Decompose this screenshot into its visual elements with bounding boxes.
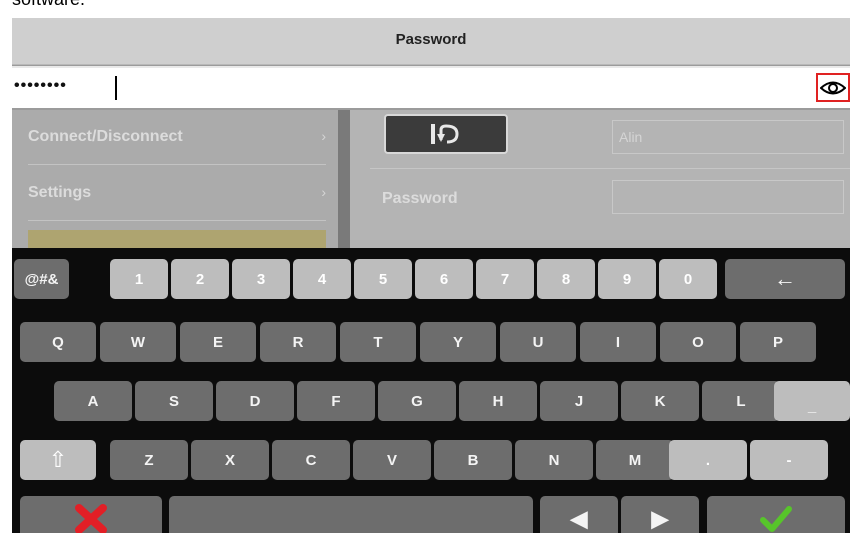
key-i[interactable]: I <box>580 322 656 362</box>
key-u[interactable]: U <box>500 322 576 362</box>
chevron-right-icon: › <box>321 184 326 200</box>
backspace-key[interactable]: ← <box>725 259 845 299</box>
key-m[interactable]: M <box>596 440 674 480</box>
key-p[interactable]: P <box>740 322 816 362</box>
menu-item-label: Connect/Disconnect <box>28 128 183 145</box>
dialog-title: Password <box>395 31 467 48</box>
check-icon <box>760 506 792 532</box>
key-r[interactable]: R <box>260 322 336 362</box>
key-s[interactable]: S <box>135 381 213 421</box>
password-dialog: Password •••••••• Connect/Disconnect › S… <box>12 18 850 533</box>
key-2[interactable]: 2 <box>171 259 229 299</box>
menu-item-settings[interactable]: Settings › <box>28 166 326 221</box>
key-7[interactable]: 7 <box>476 259 534 299</box>
key-8[interactable]: 8 <box>537 259 595 299</box>
key-k[interactable]: K <box>621 381 699 421</box>
key-e[interactable]: E <box>180 322 256 362</box>
key-d[interactable]: D <box>216 381 294 421</box>
panel-divider <box>338 110 350 248</box>
key-t[interactable]: T <box>340 322 416 362</box>
right-arrow-key[interactable]: ▶ <box>621 496 699 533</box>
dialog-titlebar: Password <box>12 18 850 65</box>
key-x[interactable]: X <box>191 440 269 480</box>
key-a[interactable]: A <box>54 381 132 421</box>
background-menu: Connect/Disconnect › Settings › <box>12 110 338 248</box>
menu-item-selected[interactable] <box>28 230 326 248</box>
key-q[interactable]: Q <box>20 322 96 362</box>
eye-icon <box>820 81 846 94</box>
chevron-right-icon: › <box>321 128 326 144</box>
key-o[interactable]: O <box>660 322 736 362</box>
show-password-button[interactable] <box>816 73 850 102</box>
divider <box>370 168 850 169</box>
menu-item-label: Settings <box>28 184 92 201</box>
confirm-button[interactable] <box>707 496 845 533</box>
password-label: Password <box>382 190 458 207</box>
key-3[interactable]: 3 <box>232 259 290 299</box>
key-6[interactable]: 6 <box>415 259 473 299</box>
cancel-button[interactable] <box>20 496 162 533</box>
key-b[interactable]: B <box>434 440 512 480</box>
key-n[interactable]: N <box>515 440 593 480</box>
key-c[interactable]: C <box>272 440 350 480</box>
key-y[interactable]: Y <box>420 322 496 362</box>
key-f[interactable]: F <box>297 381 375 421</box>
undo-icon <box>431 124 459 144</box>
key-0[interactable]: 0 <box>659 259 717 299</box>
key-5[interactable]: 5 <box>354 259 412 299</box>
key-v[interactable]: V <box>353 440 431 480</box>
x-icon <box>75 504 107 533</box>
key-period[interactable]: . <box>669 440 747 480</box>
on-screen-keyboard: @#& 1 2 3 4 5 6 7 8 9 0 ← Q W E R T Y U … <box>12 248 850 533</box>
key-minus[interactable]: - <box>750 440 828 480</box>
key-underscore[interactable]: _ <box>774 381 850 421</box>
key-l[interactable]: L <box>702 381 780 421</box>
menu-item-connect[interactable]: Connect/Disconnect › <box>28 110 326 165</box>
key-4[interactable]: 4 <box>293 259 351 299</box>
left-arrow-key[interactable]: ◀ <box>540 496 618 533</box>
background-form: Alin Password <box>350 110 850 248</box>
key-z[interactable]: Z <box>110 440 188 480</box>
password-input-bg[interactable] <box>612 180 844 214</box>
key-w[interactable]: W <box>100 322 176 362</box>
undo-button[interactable] <box>384 114 508 154</box>
password-field[interactable]: •••••••• <box>12 66 850 108</box>
key-g[interactable]: G <box>378 381 456 421</box>
key-j[interactable]: J <box>540 381 618 421</box>
key-9[interactable]: 9 <box>598 259 656 299</box>
key-1[interactable]: 1 <box>110 259 168 299</box>
shift-key[interactable]: ⇧ <box>20 440 96 480</box>
key-h[interactable]: H <box>459 381 537 421</box>
header-text-cut: software. <box>12 0 85 10</box>
password-value: •••••••• <box>14 77 67 94</box>
key-symbols[interactable]: @#& <box>14 259 69 299</box>
text-caret <box>115 76 117 100</box>
space-key[interactable] <box>169 496 533 533</box>
username-field[interactable]: Alin <box>612 120 844 154</box>
